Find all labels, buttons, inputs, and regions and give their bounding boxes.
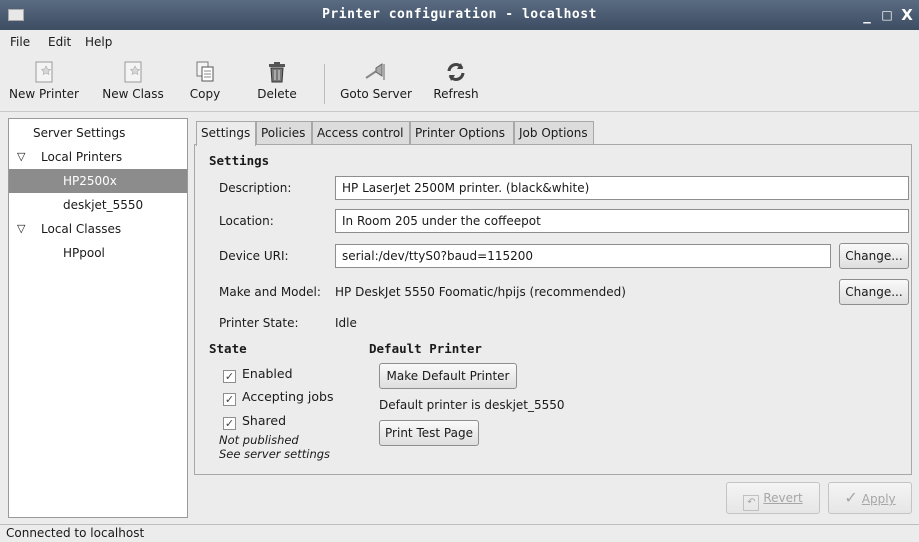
location-label: Location: [219, 214, 274, 228]
make-model-label: Make and Model: [219, 285, 321, 299]
copy-icon [196, 61, 214, 82]
change-device-uri-button[interactable]: Change... [839, 243, 909, 269]
menu-edit-label: Edit [48, 35, 72, 49]
expander-down-icon[interactable]: ▽ [17, 145, 25, 169]
settings-heading: Settings [209, 153, 270, 168]
shared-checkbox[interactable]: ✓ Shared [223, 413, 286, 430]
status-bar: Connected to localhost [0, 524, 919, 542]
printer-state-value: Idle [335, 316, 357, 330]
menu-bar: File Edit Help [0, 30, 919, 56]
tree-item-local-printers[interactable]: ▽ Local Printers [9, 145, 187, 169]
print-test-page-button[interactable]: Print Test Page [379, 420, 479, 446]
enabled-checkbox[interactable]: ✓ Enabled [223, 366, 293, 383]
new-printer-label: New Printer [9, 87, 79, 101]
shared-note: Not published See server settings [219, 433, 330, 461]
make-model-value: HP DeskJet 5550 Foomatic/hpijs (recommen… [335, 285, 626, 299]
expander-down-icon[interactable]: ▽ [17, 217, 25, 241]
state-heading: State [209, 341, 247, 356]
menu-help[interactable]: Help [85, 35, 112, 49]
refresh-label: Refresh [433, 87, 479, 101]
new-class-label: New Class [102, 87, 164, 101]
tab-access-control[interactable]: Access control [312, 121, 410, 145]
apply-button[interactable]: ✓ Apply [828, 482, 912, 514]
minimize-button[interactable]: _ [858, 6, 876, 24]
new-printer-icon [35, 61, 53, 83]
checkmark-icon: ✓ [844, 488, 858, 507]
trash-icon [269, 62, 285, 83]
goto-server-label: Goto Server [340, 87, 412, 101]
new-class-button[interactable]: New Class [98, 60, 168, 108]
tree-item-class-hppool[interactable]: HPpool [9, 241, 187, 265]
tab-settings[interactable]: Settings [196, 121, 256, 146]
menu-file[interactable]: File [10, 35, 30, 49]
menu-file-label: File [10, 35, 31, 49]
default-printer-status: Default printer is deskjet_5550 [379, 398, 565, 412]
refresh-button[interactable]: Refresh [428, 60, 484, 108]
revert-label: Revert [763, 491, 803, 505]
device-uri-field[interactable]: serial:/dev/ttyS0?baud=115200 [335, 244, 831, 268]
shared-note-line2: See server settings [219, 447, 331, 461]
close-button[interactable]: X [898, 6, 916, 24]
tree-item-printer-deskjet-5550[interactable]: deskjet_5550 [9, 193, 187, 217]
make-default-printer-button[interactable]: Make Default Printer [379, 363, 517, 389]
copy-label: Copy [189, 87, 221, 101]
apply-label: Apply [861, 492, 896, 506]
delete-button[interactable]: Delete [254, 60, 300, 108]
tree-item-printer-hp2500x[interactable]: HP2500x [9, 169, 187, 193]
shared-label: Shared [242, 413, 287, 428]
tab-job-options[interactable]: Job Options [514, 121, 594, 145]
revert-icon: ↶ [743, 495, 760, 511]
checkbox-checked-icon[interactable]: ✓ [223, 417, 236, 430]
goto-server-button[interactable]: Goto Server [336, 60, 416, 108]
description-label: Description: [219, 181, 292, 195]
window-title: Printer configuration - localhost [322, 7, 597, 22]
description-field[interactable]: HP LaserJet 2500M printer. (black&white) [335, 176, 909, 200]
checkbox-checked-icon[interactable]: ✓ [223, 370, 236, 383]
location-field[interactable]: In Room 205 under the coffeepot [335, 209, 909, 233]
checkbox-checked-icon[interactable]: ✓ [223, 393, 236, 406]
revert-button[interactable]: ↶ Revert [726, 482, 820, 514]
delete-label: Delete [257, 87, 297, 101]
copy-button[interactable]: Copy [184, 60, 226, 108]
tab-printer-options[interactable]: Printer Options [410, 121, 514, 145]
menu-edit[interactable]: Edit [48, 35, 71, 49]
new-printer-button[interactable]: New Printer [4, 60, 84, 108]
new-class-icon [124, 61, 142, 83]
connect-icon [365, 63, 385, 80]
default-printer-heading: Default Printer [369, 341, 482, 356]
menu-help-label: Help [85, 35, 113, 49]
printer-state-label: Printer State: [219, 316, 299, 330]
title-bar: Printer configuration - localhost _ □ X [0, 0, 919, 30]
tree-item-local-printers-label: Local Printers [41, 150, 123, 164]
refresh-icon [447, 63, 465, 81]
tree-item-local-classes[interactable]: ▽ Local Classes [9, 217, 187, 241]
enabled-label: Enabled [242, 366, 293, 381]
maximize-button[interactable]: □ [878, 6, 896, 24]
accepting-jobs-label: Accepting jobs [242, 389, 334, 404]
toolbar: New Printer New Class Copy Delete Goto S… [0, 56, 919, 112]
printer-tree[interactable]: Server Settings ▽ Local Printers HP2500x… [8, 118, 188, 518]
tree-item-server-settings[interactable]: Server Settings [9, 121, 187, 145]
change-make-model-button[interactable]: Change... [839, 279, 909, 305]
settings-panel: Settings Description: HP LaserJet 2500M … [194, 144, 912, 475]
device-uri-label: Device URI: [219, 249, 289, 263]
tab-policies[interactable]: Policies [256, 121, 312, 145]
shared-note-line1: Not published [219, 433, 299, 447]
tree-item-local-classes-label: Local Classes [41, 222, 122, 236]
toolbar-separator [324, 64, 325, 104]
accepting-jobs-checkbox[interactable]: ✓ Accepting jobs [223, 389, 333, 406]
